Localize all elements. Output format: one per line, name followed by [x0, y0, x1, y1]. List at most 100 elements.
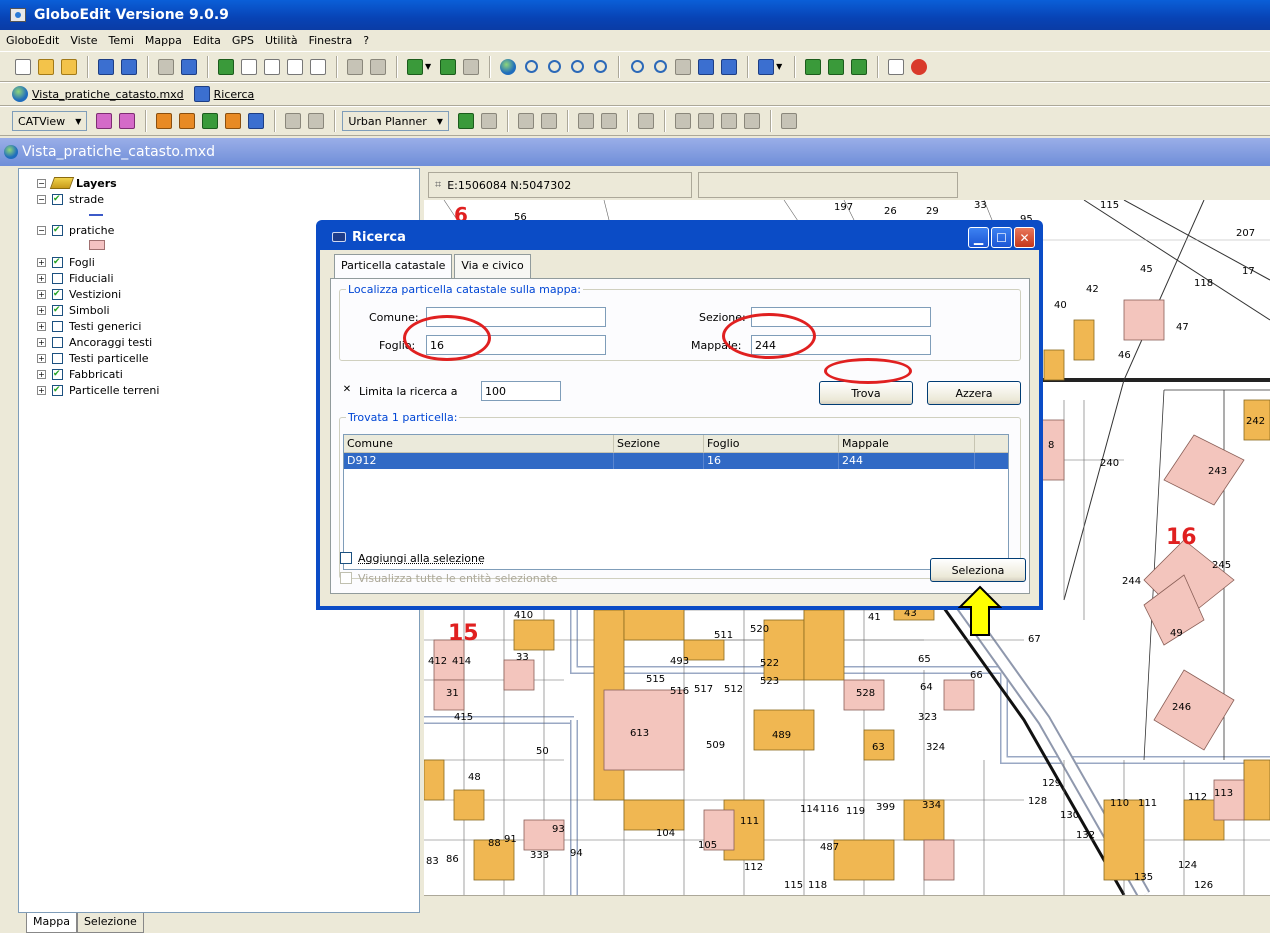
list-button[interactable] — [215, 56, 237, 78]
column-mappale[interactable]: Mappale — [839, 435, 975, 452]
expand-icon[interactable]: + — [37, 337, 46, 347]
collapse-icon[interactable]: − — [37, 225, 46, 235]
clear-selection-button[interactable] — [885, 56, 907, 78]
column-foglio[interactable]: Foglio — [704, 435, 839, 452]
edit-tool3-button[interactable] — [848, 56, 870, 78]
toc-layer-ancoraggi-testi[interactable]: + Ancoraggi testi — [37, 334, 152, 350]
catview-dropdown[interactable]: CATView ▼ — [12, 111, 88, 131]
chevron-down-icon[interactable]: ▼ — [776, 62, 782, 71]
table-row[interactable]: D912 16 244 — [344, 453, 1008, 469]
layer-checkbox[interactable] — [52, 384, 63, 396]
maximize-button[interactable]: ☐ — [991, 227, 1012, 248]
limit-checkbox[interactable]: ✕ — [341, 385, 353, 397]
pan-button[interactable] — [672, 56, 694, 78]
open-button[interactable] — [35, 56, 57, 78]
collapse-button[interactable] — [238, 56, 260, 78]
save-button[interactable] — [118, 56, 140, 78]
menu-mappa[interactable]: Mappa — [145, 34, 182, 47]
menu-globoedit[interactable]: GloboEdit — [6, 34, 59, 47]
tab-mappa[interactable]: Mappa — [26, 913, 77, 933]
print-button[interactable] — [155, 56, 177, 78]
menu-edita[interactable]: Edita — [193, 34, 221, 47]
limit-field[interactable] — [481, 381, 561, 401]
layer-checkbox[interactable] — [52, 256, 63, 268]
urban-tool8-button[interactable] — [672, 110, 694, 132]
expand-icon[interactable]: + — [37, 289, 46, 299]
layer-checkbox[interactable] — [52, 352, 63, 364]
urban-tool6-button[interactable] — [598, 110, 620, 132]
urban-tool5-button[interactable] — [575, 110, 597, 132]
toc-layer-strade[interactable]: − strade — [37, 191, 104, 207]
identify-button[interactable] — [695, 56, 717, 78]
add-selection-checkbox[interactable] — [340, 552, 352, 564]
cat-tool8-button[interactable] — [282, 110, 304, 132]
collapse-icon[interactable]: − — [37, 194, 46, 204]
search-link[interactable]: Ricerca — [214, 88, 255, 101]
check-button[interactable] — [307, 56, 329, 78]
toc-layer-testi-particelle[interactable]: + Testi particelle — [37, 350, 149, 366]
layer-checkbox[interactable] — [52, 336, 63, 348]
azzera-button[interactable]: Azzera — [927, 381, 1021, 405]
urban-tool4-button[interactable] — [538, 110, 560, 132]
expand-icon[interactable]: + — [37, 257, 46, 267]
select-button[interactable] — [755, 56, 777, 78]
urban-tool11-button[interactable] — [741, 110, 763, 132]
zoom-next-button[interactable] — [589, 56, 611, 78]
expand-icon[interactable]: + — [37, 305, 46, 315]
menu-utilita[interactable]: Utilità — [265, 34, 298, 47]
expand-button[interactable] — [261, 56, 283, 78]
open-recent-button[interactable] — [58, 56, 80, 78]
toc-layer-simboli[interactable]: + Simboli — [37, 302, 110, 318]
search-button[interactable] — [178, 56, 200, 78]
urban-tool1-button[interactable] — [455, 110, 477, 132]
show-all-checkbox[interactable] — [340, 572, 352, 584]
expand-icon[interactable]: + — [37, 369, 46, 379]
toc-layer-pratiche[interactable]: − pratiche — [37, 222, 114, 238]
add-layer-button[interactable] — [404, 56, 426, 78]
urban-planner-dropdown[interactable]: Urban Planner ▼ — [342, 111, 449, 131]
tab-selezione[interactable]: Selezione — [76, 913, 144, 933]
table-button[interactable] — [344, 56, 366, 78]
menu-finestra[interactable]: Finestra — [309, 34, 353, 47]
layer-checkbox[interactable] — [52, 224, 63, 236]
layer-checkbox[interactable] — [52, 368, 63, 380]
exit-button[interactable] — [908, 56, 930, 78]
zoom-out-button[interactable] — [543, 56, 565, 78]
layer-checkbox[interactable] — [52, 288, 63, 300]
zoom-fixed-in-button[interactable] — [626, 56, 648, 78]
cat-tool4-button[interactable] — [176, 110, 198, 132]
zoom-in-button[interactable] — [520, 56, 542, 78]
urban-tool7-button[interactable] — [635, 110, 657, 132]
cat-tool3-button[interactable] — [153, 110, 175, 132]
layer-checkbox[interactable] — [52, 193, 63, 205]
toc-layer-fogli[interactable]: + Fogli — [37, 254, 95, 270]
fill-button[interactable] — [437, 56, 459, 78]
edit-tool1-button[interactable] — [802, 56, 824, 78]
toc-layer-particelle-terreni[interactable]: + Particelle terreni — [37, 382, 159, 398]
chevron-down-icon[interactable]: ▼ — [425, 62, 431, 71]
cat-tool1-button[interactable] — [93, 110, 115, 132]
menu-temi[interactable]: Temi — [108, 34, 133, 47]
expand-icon[interactable]: + — [37, 385, 46, 395]
urban-tool9-button[interactable] — [695, 110, 717, 132]
layer-checkbox[interactable] — [52, 304, 63, 316]
minimize-button[interactable]: ▁ — [968, 227, 989, 248]
urban-tool2-button[interactable] — [478, 110, 500, 132]
expand-icon[interactable]: + — [37, 353, 46, 363]
menu-viste[interactable]: Viste — [70, 34, 97, 47]
table2-button[interactable] — [367, 56, 389, 78]
layer-checkbox[interactable] — [52, 320, 63, 332]
toc-layer-fabbricati[interactable]: + Fabbricati — [37, 366, 123, 382]
map-document-link[interactable]: Vista_pratiche_catasto.mxd — [32, 88, 184, 101]
column-comune[interactable]: Comune — [344, 435, 614, 452]
zoom-prev-button[interactable] — [566, 56, 588, 78]
cat-tool9-button[interactable] — [305, 110, 327, 132]
close-button[interactable]: ✕ — [1014, 227, 1035, 248]
toc-layer-vestizioni[interactable]: + Vestizioni — [37, 286, 121, 302]
tab-via-e-civico[interactable]: Via e civico — [454, 254, 531, 280]
collapse-icon[interactable]: − — [37, 178, 46, 188]
cat-tool2-button[interactable] — [116, 110, 138, 132]
cat-tool7-button[interactable] — [245, 110, 267, 132]
urban-tool12-button[interactable] — [778, 110, 800, 132]
toc-layer-testi-generici[interactable]: + Testi generici — [37, 318, 141, 334]
